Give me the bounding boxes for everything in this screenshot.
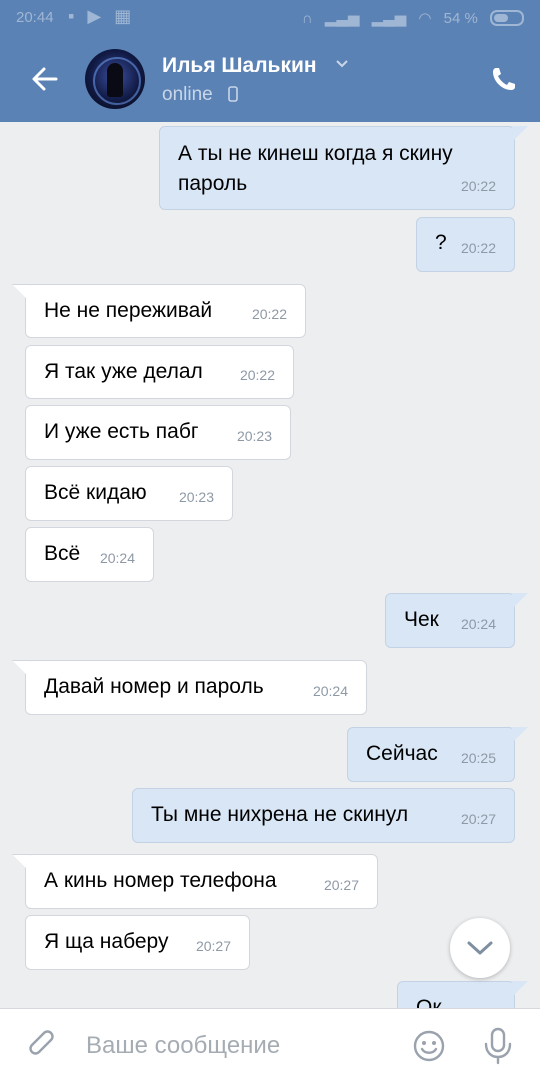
signal2-icon: ▂▃▅ — [371, 10, 407, 27]
battery-percent: 54 % — [443, 10, 478, 27]
message-text: А ты не кинеш когда я скину пароль — [178, 142, 453, 195]
message-time: 20:24 — [460, 616, 496, 632]
message-text: Я так уже делал — [44, 360, 203, 383]
scroll-to-bottom-button[interactable] — [450, 918, 510, 978]
message-bubble[interactable]: Сейчас 20:25 — [347, 727, 515, 782]
message-time: 20:23 — [236, 428, 272, 444]
message-bubble[interactable]: Я так уже делал 20:22 — [25, 345, 294, 399]
status-right: ∩ ▂▃▅ ▂▃▅ ◠ 54 % — [294, 9, 524, 27]
status-time: 20:44 — [16, 9, 54, 26]
message-text: Всё — [44, 542, 81, 565]
message-text: Чек — [404, 608, 439, 631]
message-composer: Ваше сообщение — [0, 1008, 540, 1081]
message-time: 20:22 — [460, 178, 496, 194]
message-bubble[interactable]: И уже есть пабг 20:23 — [25, 405, 291, 460]
microphone-icon[interactable] — [482, 1027, 514, 1065]
chevron-down-icon — [467, 941, 493, 955]
message-text: Не не переживай — [44, 299, 213, 322]
message-time: 20:25 — [460, 750, 496, 766]
message-time: 20:22 — [251, 306, 287, 322]
message-time: 20:24 — [312, 683, 348, 699]
message-time: 20:24 — [99, 550, 135, 566]
message-bubble[interactable]: А ты не кинеш когда я скину пароль 20:22 — [159, 126, 515, 210]
message-bubble[interactable]: ? 20:22 — [416, 217, 515, 272]
message-time: 20:27 — [460, 811, 496, 827]
wifi-icon: ◠ — [418, 10, 432, 27]
message-text: А кинь номер телефона — [44, 869, 277, 892]
message-time: 20:22 — [460, 240, 496, 256]
message-bubble[interactable]: Не не переживай 20:22 — [25, 284, 306, 338]
message-time: 20:27 — [323, 877, 359, 893]
avatar[interactable] — [85, 49, 145, 109]
notification-icons: ▪ ▶ ▦ — [68, 6, 136, 26]
message-time: 20:27 — [195, 938, 231, 954]
message-text: Сейчас — [366, 742, 438, 765]
message-text: Ты мне нихрена не скинул — [151, 803, 409, 826]
bubble-tail — [512, 727, 528, 743]
signal-icon: ▂▃▅ — [324, 10, 360, 27]
message-text: Всё кидаю — [44, 481, 147, 504]
message-bubble[interactable]: Всё кидаю 20:23 — [25, 466, 233, 521]
message-time: 20:23 — [178, 489, 214, 505]
message-bubble[interactable]: Ок — [397, 981, 515, 1008]
headphones-icon: ∩ — [301, 10, 313, 27]
message-bubble[interactable]: Я ща наберу 20:27 — [25, 915, 250, 970]
message-bubble[interactable]: Чек 20:24 — [385, 593, 515, 648]
battery-icon — [490, 10, 524, 26]
message-text: Я ща наберу — [44, 930, 169, 953]
message-text: ? — [435, 231, 447, 254]
message-text: И уже есть пабг — [44, 420, 199, 443]
message-bubble[interactable]: Всё 20:24 — [25, 527, 154, 582]
contact-name[interactable]: Илья Шалькин — [162, 54, 317, 78]
message-bubble[interactable]: А кинь номер телефона 20:27 — [25, 854, 378, 909]
message-input[interactable]: Ваше сообщение — [86, 1032, 280, 1060]
bubble-tail — [512, 981, 528, 997]
chevron-down-icon[interactable] — [334, 56, 350, 72]
message-bubble[interactable]: Давай номер и пароль 20:24 — [25, 660, 367, 715]
message-text: Ок — [416, 996, 442, 1008]
mobile-device-icon — [228, 86, 238, 102]
status-bar: 20:44 ▪ ▶ ▦ ∩ ▂▃▅ ▂▃▅ ◠ 54 % — [0, 0, 540, 36]
message-list[interactable]: А ты не кинеш когда я скину пароль 20:22… — [0, 122, 540, 1008]
emoji-icon[interactable] — [412, 1029, 446, 1063]
chat-header: Илья Шалькин online — [0, 36, 540, 122]
paperclip-icon[interactable] — [26, 1029, 58, 1061]
bubble-tail — [512, 593, 528, 609]
back-arrow-icon[interactable] — [30, 64, 60, 94]
presence-status: online — [162, 84, 213, 105]
call-icon[interactable] — [490, 65, 518, 93]
message-bubble[interactable]: Ты мне нихрена не скинул 20:27 — [132, 788, 515, 843]
message-text: Давай номер и пароль — [44, 675, 264, 698]
message-time: 20:22 — [239, 367, 275, 383]
